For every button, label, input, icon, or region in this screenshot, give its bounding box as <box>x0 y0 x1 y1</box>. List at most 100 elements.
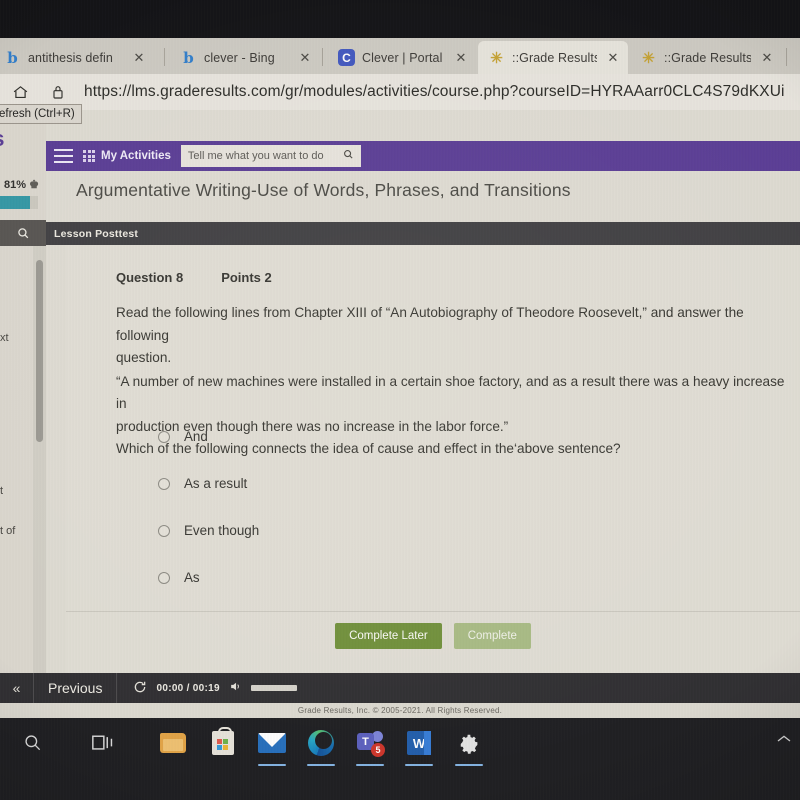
monitor-bezel-top <box>0 0 800 40</box>
microsoft-store-icon[interactable] <box>206 726 240 760</box>
radio-button[interactable] <box>158 524 170 537</box>
lms-main-column: My Activities Tell me what you want to d… <box>46 110 800 718</box>
progress-percent: 81% ♚ <box>4 178 39 191</box>
answer-options: And As a result Even though As <box>158 413 558 601</box>
complete-button[interactable]: Complete <box>453 622 531 649</box>
browser-address-bar: https://lms.graderesults.com/gr/modules/… <box>0 74 800 110</box>
tab-title: Clever | Portal <box>362 50 443 65</box>
complete-later-button[interactable]: Complete Later <box>335 622 442 649</box>
bing-icon: b <box>183 48 194 67</box>
tab-close-button[interactable]: ✕ <box>130 49 148 67</box>
previous-chevron-icon[interactable]: « <box>0 673 34 703</box>
question-line: “A number of new machines were installed… <box>116 373 785 412</box>
bing-icon: b <box>7 48 18 67</box>
answer-option-2[interactable]: Even though <box>158 507 558 554</box>
folder-glyph <box>160 733 186 753</box>
taskbar-running-indicator <box>356 763 384 766</box>
quiz-card: Question 8 Points 2 Read the following l… <box>66 245 800 718</box>
task-view-icon[interactable] <box>86 726 120 760</box>
percent-value: 81% <box>4 179 27 191</box>
question-line: question. <box>116 350 172 365</box>
answer-option-label: As a result <box>184 476 248 491</box>
answer-option-label: As <box>184 570 200 585</box>
lesson-bar-label: Lesson Posttest <box>54 227 139 240</box>
radio-button[interactable] <box>158 430 170 443</box>
answer-option-label: And <box>184 429 208 444</box>
radio-button[interactable] <box>158 571 170 584</box>
tab-close-button[interactable]: ✕ <box>604 49 622 67</box>
answer-option-3[interactable]: As <box>158 554 558 601</box>
sidebar-search-button[interactable] <box>0 220 46 246</box>
browser-tab-2[interactable]: C Clever | Portal ✕ <box>328 41 476 74</box>
answer-option-0[interactable]: And <box>158 413 558 460</box>
replay-icon[interactable] <box>133 680 147 697</box>
logo-text: s <box>0 126 4 151</box>
grade-results-icon: ✳ <box>642 49 655 67</box>
speaker-icon[interactable] <box>229 680 242 696</box>
search-icon <box>343 149 354 163</box>
tell-me-placeholder: Tell me what you want to do <box>187 150 324 162</box>
taskbar-items: T 5 W <box>0 718 800 768</box>
browser-tab-strip: b antithesis defin ✕ b clever - Bing ✕ C… <box>0 38 800 74</box>
browser-tab-4[interactable]: ✳ ::Grade Results ✕ <box>630 41 782 74</box>
my-activities-button[interactable]: My Activities <box>83 150 171 162</box>
answer-option-label: Even though <box>184 523 260 538</box>
lesson-bar: Lesson Posttest <box>46 222 800 245</box>
sidebar-text-fragment: xt <box>0 332 9 344</box>
grid-icon <box>83 150 95 162</box>
quiz-action-row: Complete Later Complete <box>66 611 800 659</box>
answer-option-1[interactable]: As a result <box>158 460 558 507</box>
microsoft-teams-icon[interactable]: T 5 <box>353 726 387 766</box>
browser-tab-3[interactable]: ✳ ::Grade Results ✕ <box>478 41 628 74</box>
page-title: Argumentative Writing-Use of Words, Phra… <box>76 180 571 200</box>
question-points: Points 2 <box>221 270 272 285</box>
refresh-tooltip: efresh (Ctrl+R) <box>0 104 82 124</box>
tab-divider <box>786 48 787 66</box>
windows-taskbar: T 5 W <box>0 718 800 800</box>
progress-bar <box>0 196 38 209</box>
teams-badge: 5 <box>371 743 385 757</box>
sidebar-text-fragment: t of <box>0 525 16 537</box>
page-viewport: lls 81% ♚ % xt t t of <box>0 110 800 718</box>
radio-button[interactable] <box>158 477 170 490</box>
home-icon[interactable] <box>8 80 32 104</box>
word-glyph: W <box>407 731 431 755</box>
tab-title: ::Grade Results <box>664 50 751 65</box>
taskbar-running-indicator <box>455 763 483 766</box>
microsoft-edge-icon[interactable] <box>304 726 338 766</box>
volume-slider[interactable] <box>250 685 297 691</box>
grade-results-logo: lls <box>0 126 4 152</box>
taskbar-running-indicator <box>307 763 335 766</box>
question-line: Read the following lines from Chapter XI… <box>116 305 744 343</box>
tab-close-button[interactable]: ✕ <box>452 49 470 67</box>
settings-icon[interactable] <box>452 726 486 766</box>
file-explorer-icon[interactable] <box>156 726 190 760</box>
teams-glyph: T 5 <box>357 731 385 757</box>
search-icon[interactable] <box>16 726 50 760</box>
show-hidden-icons-button[interactable] <box>776 732 792 748</box>
footer-copyright: Grade Results, Inc. © 2005-2021. All Rig… <box>0 703 800 718</box>
lesson-player-bar: « Previous 00:00 / 00:19 <box>0 673 800 703</box>
previous-button[interactable]: Previous <box>34 673 118 703</box>
page-scrollbar[interactable] <box>33 246 46 718</box>
tell-me-search-input[interactable]: Tell me what you want to do <box>180 145 361 167</box>
lock-icon <box>46 80 70 104</box>
browser-tab-0[interactable]: b antithesis defin ✕ <box>0 41 154 74</box>
microsoft-word-icon[interactable]: W <box>402 726 436 766</box>
trophy-icon: ♚ <box>29 179 39 191</box>
tab-close-button[interactable]: ✕ <box>296 49 314 67</box>
lms-top-nav: My Activities Tell me what you want to d… <box>46 141 800 171</box>
tab-close-button[interactable]: ✕ <box>758 49 776 67</box>
scrollbar-thumb[interactable] <box>36 260 43 442</box>
browser-tab-1[interactable]: b clever - Bing ✕ <box>170 41 320 74</box>
playback-time: 00:00 / 00:19 <box>156 682 220 694</box>
browser-tab-5-partial[interactable]: ✳ <box>790 41 800 74</box>
question-number: Question 8 <box>116 270 184 285</box>
tab-divider <box>164 48 165 66</box>
url-text[interactable]: https://lms.graderesults.com/gr/modules/… <box>84 83 785 101</box>
hamburger-icon[interactable] <box>54 148 73 164</box>
tab-title: ::Grade Results <box>512 50 597 65</box>
grade-results-icon: ✳ <box>490 49 503 67</box>
mail-icon[interactable] <box>255 726 289 766</box>
tab-title: clever - Bing <box>204 50 275 65</box>
